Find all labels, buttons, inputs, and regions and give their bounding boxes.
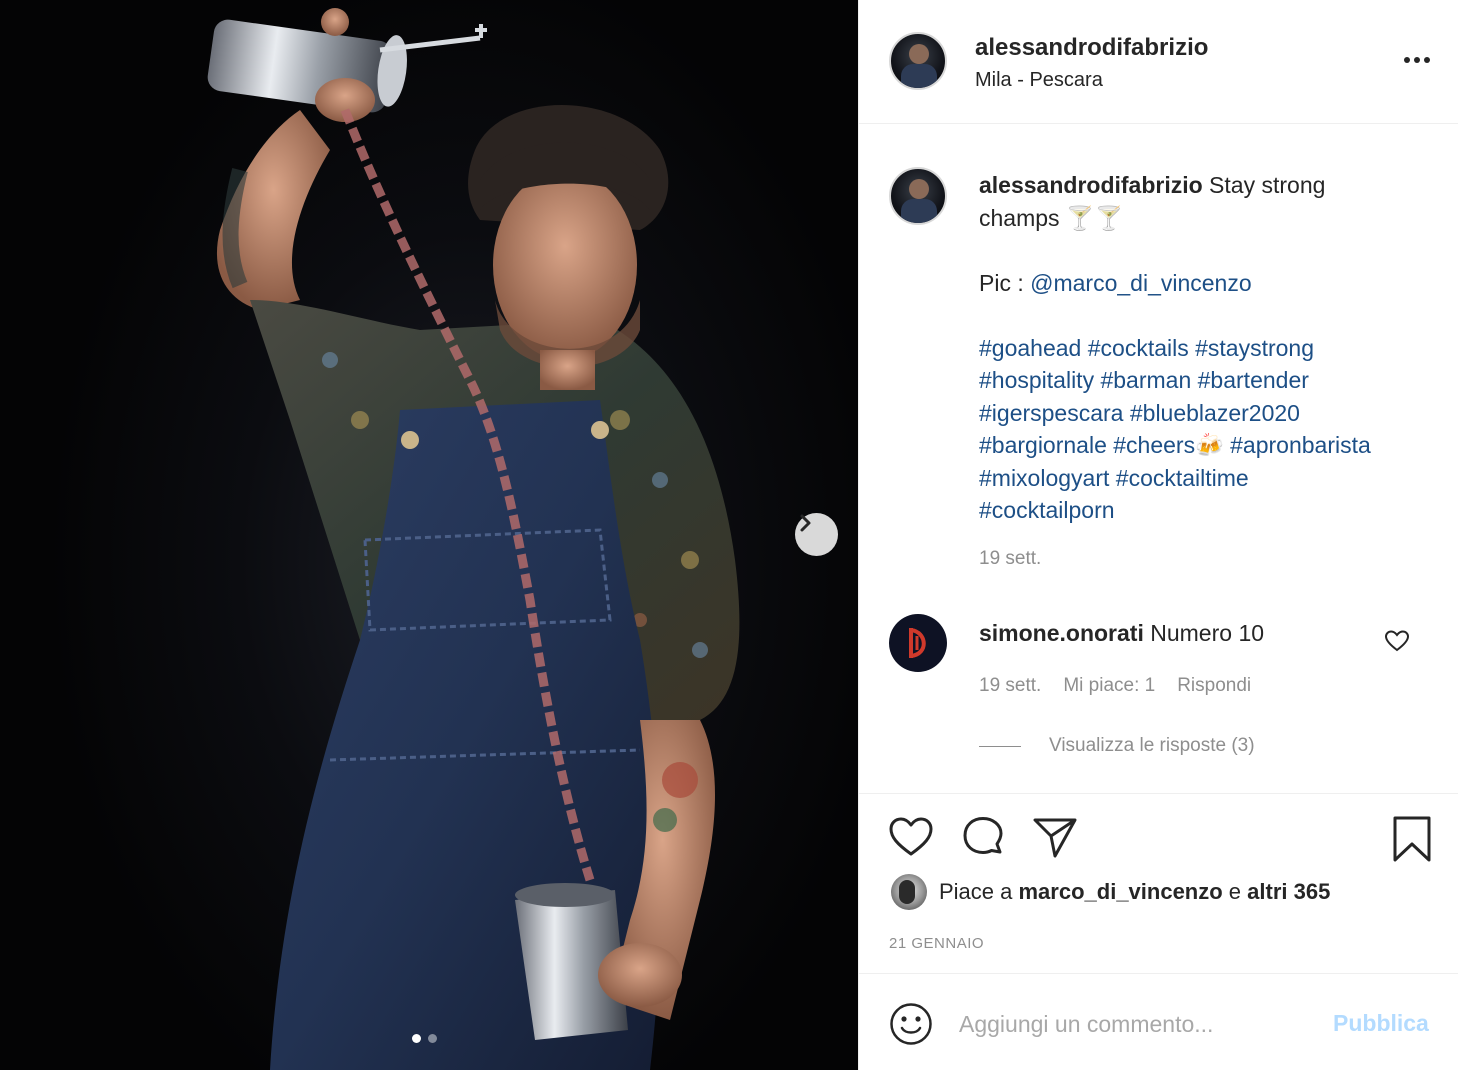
comment-icon[interactable] bbox=[961, 816, 1005, 860]
hashtag-link[interactable]: #staystrong bbox=[1195, 335, 1314, 361]
hashtag-link[interactable]: #cheers bbox=[1113, 432, 1195, 458]
likes-summary: Piace a marco_di_vincenzo e altri 365 bbox=[891, 874, 1330, 910]
hashtag-link[interactable]: #hospitality bbox=[979, 367, 1094, 393]
hashtag-link[interactable]: #bargiornale bbox=[979, 432, 1107, 458]
author-avatar[interactable] bbox=[889, 32, 947, 90]
hashtag-link[interactable]: #blueblazer2020 bbox=[1130, 400, 1300, 426]
post-location[interactable]: Mila - Pescara bbox=[975, 69, 1103, 92]
comment-likes[interactable]: Mi piace: 1 bbox=[1063, 675, 1155, 697]
comment-like-heart-icon[interactable] bbox=[1385, 630, 1409, 652]
view-replies-button[interactable]: Visualizza le risposte (3) bbox=[979, 735, 1255, 757]
likes-prefix: Piace a bbox=[939, 879, 1019, 904]
hashtag-link[interactable]: #bartender bbox=[1198, 367, 1309, 393]
mention-link[interactable]: @marco_di_vincenzo bbox=[1030, 270, 1252, 296]
bookmark-icon[interactable] bbox=[1391, 816, 1433, 862]
commenter-logo-icon bbox=[909, 628, 926, 658]
hashtag-link[interactable]: #apronbarista bbox=[1230, 432, 1371, 458]
hashtag-link[interactable]: #mixologyart bbox=[979, 465, 1109, 491]
caption-line1: Stay strong bbox=[1202, 172, 1326, 198]
liker-username[interactable]: marco_di_vincenzo bbox=[1019, 879, 1223, 904]
post-photo bbox=[0, 0, 858, 1070]
caption-credit-label: Pic : bbox=[979, 269, 1031, 296]
next-slide-button[interactable] bbox=[795, 513, 838, 556]
comment-meta: 19 sett. Mi piace: 1 Rispondi bbox=[979, 675, 1251, 697]
hashtag-link[interactable]: #igerspescara bbox=[979, 400, 1123, 426]
hashtag-link[interactable]: #cocktails bbox=[1088, 335, 1189, 361]
add-comment-bar: Pubblica bbox=[859, 973, 1458, 1070]
likes-text: Piace a marco_di_vincenzo e altri 365 bbox=[939, 879, 1330, 905]
hashtag-link[interactable]: #barman bbox=[1100, 367, 1191, 393]
likes-others[interactable]: altri 365 bbox=[1247, 879, 1330, 904]
author-username[interactable]: alessandrodifabrizio bbox=[975, 34, 1208, 62]
beer-emoji: 🍻 bbox=[1195, 432, 1224, 458]
caption-username[interactable]: alessandrodifabrizio bbox=[979, 172, 1203, 198]
carousel-indicator bbox=[412, 1034, 437, 1043]
commenter-username[interactable]: simone.onorati bbox=[979, 620, 1144, 646]
post-details-panel: alessandrodifabrizio Mila - Pescara ales… bbox=[858, 0, 1458, 1070]
hashtag-link[interactable]: #cocktailtime bbox=[1116, 465, 1249, 491]
comment-text: simone.onorati Numero 10 bbox=[979, 620, 1264, 647]
caption-author-avatar[interactable] bbox=[889, 167, 947, 225]
post-header: alessandrodifabrizio Mila - Pescara bbox=[859, 0, 1458, 124]
replies-divider bbox=[979, 745, 1021, 747]
carousel-dot bbox=[428, 1034, 437, 1043]
emoji-icon[interactable] bbox=[889, 1002, 933, 1046]
liker-avatar[interactable] bbox=[891, 874, 927, 910]
comment-input[interactable] bbox=[959, 1004, 1319, 1044]
heart-icon[interactable] bbox=[889, 816, 933, 858]
comment-body: Numero 10 bbox=[1143, 620, 1265, 646]
more-options-icon[interactable] bbox=[1399, 48, 1435, 72]
likes-connector: e bbox=[1222, 879, 1248, 904]
caption-text: alessandrodifabrizio Stay strong champs … bbox=[979, 169, 1429, 527]
publish-button[interactable]: Pubblica bbox=[1333, 1010, 1429, 1037]
comment-timestamp: 19 sett. bbox=[979, 675, 1042, 696]
view-replies-label: Visualizza le risposte (3) bbox=[1049, 735, 1255, 756]
hashtag-link[interactable]: #cocktailporn bbox=[979, 497, 1115, 523]
chevron-right-icon bbox=[800, 514, 811, 532]
caption-timestamp: 19 sett. bbox=[979, 548, 1042, 569]
post-actions: Piace a marco_di_vincenzo e altri 365 21… bbox=[859, 793, 1458, 973]
reply-button[interactable]: Rispondi bbox=[1177, 675, 1251, 697]
post-date[interactable]: 21 GENNAIO bbox=[889, 935, 984, 952]
commenter-avatar[interactable] bbox=[889, 614, 947, 672]
bartender-illustration bbox=[207, 8, 740, 1070]
carousel-dot-active bbox=[412, 1034, 421, 1043]
caption-line2: champs 🍸🍸 bbox=[979, 204, 1124, 231]
hashtag-link[interactable]: #goahead bbox=[979, 335, 1081, 361]
share-icon[interactable] bbox=[1033, 816, 1077, 858]
